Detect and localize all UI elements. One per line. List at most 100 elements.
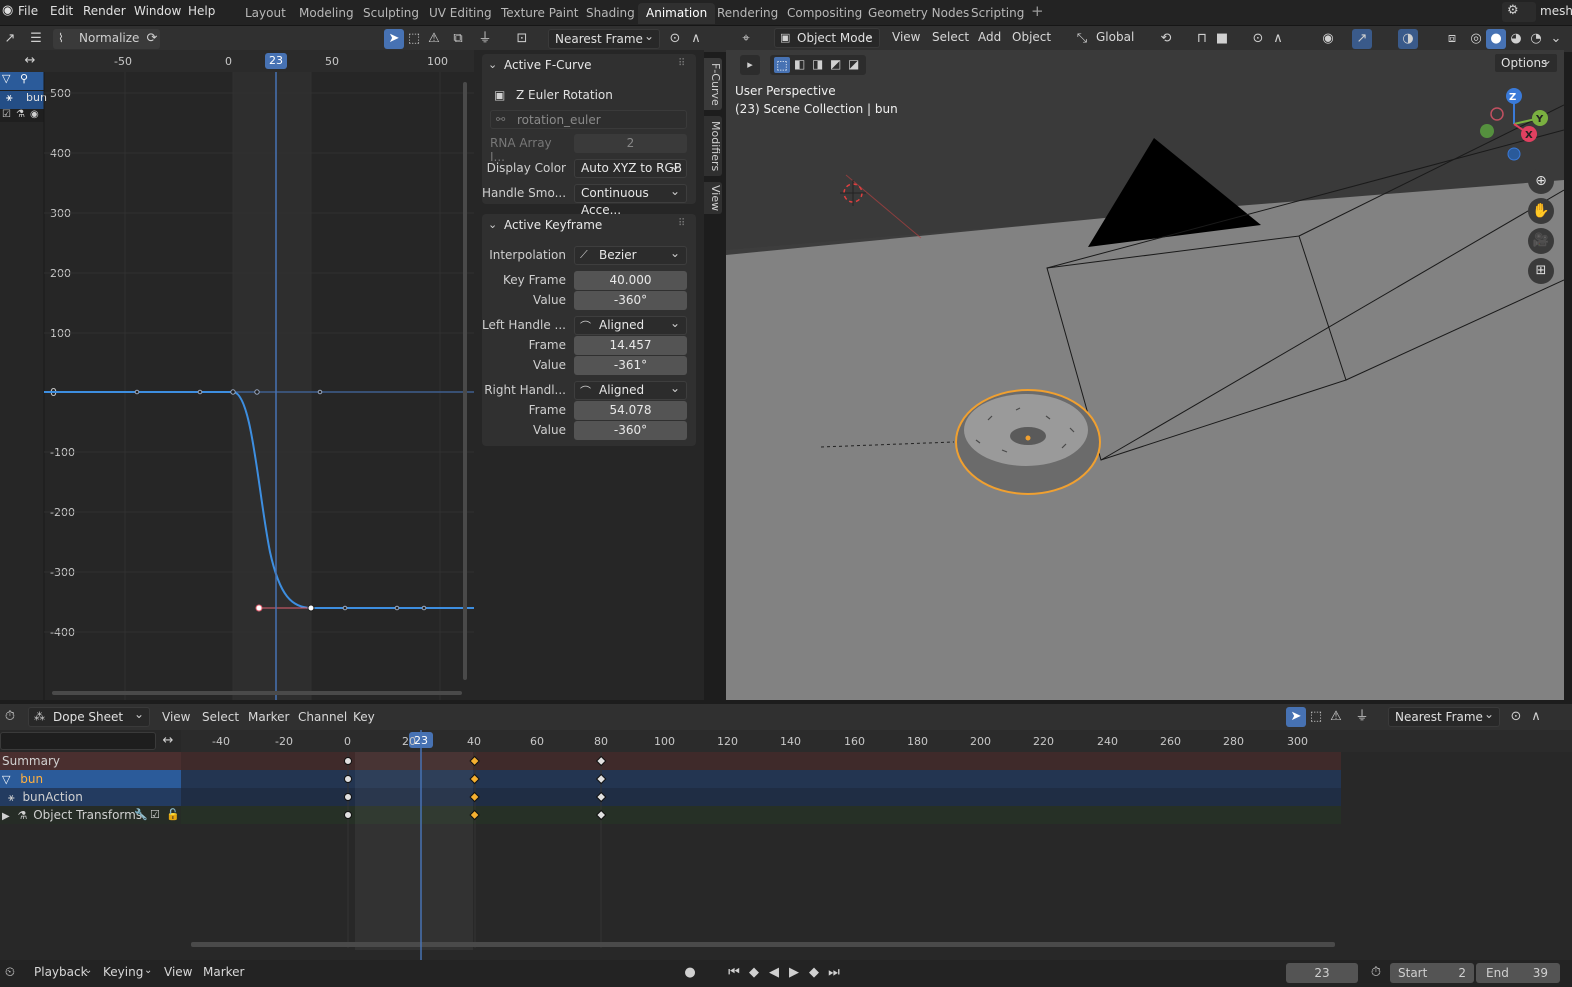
channel-summary[interactable]: Summary bbox=[0, 752, 181, 770]
graph-current-frame-badge[interactable]: 23 bbox=[265, 53, 287, 69]
menu-edit[interactable]: Edit bbox=[50, 4, 73, 18]
graph-frame-ruler[interactable]: ↔ -50 0 50 100 23 bbox=[0, 50, 474, 72]
menu-help[interactable]: Help bbox=[188, 4, 215, 18]
record-icon[interactable]: ● bbox=[680, 963, 700, 983]
dope-sheet-mode-dropdown[interactable]: Dope Sheet bbox=[28, 707, 150, 727]
jump-start-icon[interactable]: ⏮ bbox=[724, 963, 744, 983]
perspective-toggle-icon[interactable]: ⊞ bbox=[1528, 258, 1554, 284]
key-frame-field[interactable]: 40.000 bbox=[574, 271, 687, 290]
shading-options-icon[interactable]: ⌄ bbox=[1546, 29, 1566, 49]
sidebar-tab-fcurve[interactable]: F-Curve bbox=[704, 58, 722, 110]
key-value-field[interactable]: -360° bbox=[574, 291, 687, 310]
channel-action[interactable]: ⚹ bunAction bbox=[0, 788, 181, 806]
viewport-menu-add[interactable]: Add bbox=[978, 30, 1001, 44]
camera-view-icon[interactable]: 🎥 bbox=[1528, 228, 1554, 254]
shading-solid-icon[interactable]: ● bbox=[1486, 29, 1506, 49]
sidebar-tab-modifiers[interactable]: Modifiers bbox=[704, 116, 722, 176]
editor-type-icon[interactable]: ⏱ bbox=[0, 707, 20, 727]
right-frame-field[interactable]: 54.078 bbox=[574, 401, 687, 420]
dope-menu-select[interactable]: Select bbox=[202, 710, 239, 724]
shading-rendered-icon[interactable]: ◔ bbox=[1526, 29, 1546, 49]
visibility-icon[interactable]: ◉ bbox=[1318, 29, 1338, 49]
channel-search-input[interactable] bbox=[0, 732, 156, 750]
menu-file[interactable]: File bbox=[18, 4, 38, 18]
scene-name[interactable]: mesh bbox=[1540, 4, 1572, 18]
play-reverse-icon[interactable]: ◀ bbox=[764, 963, 784, 983]
left-value-field[interactable]: -361° bbox=[574, 356, 687, 375]
select-invert-icon[interactable]: ◩ bbox=[830, 57, 841, 71]
snap-mode-dropdown[interactable]: Nearest Frame bbox=[548, 29, 660, 49]
proportional-edit-icon[interactable]: ⊙ bbox=[665, 29, 685, 49]
xray-toggle-icon[interactable]: ⧈ bbox=[1442, 29, 1462, 49]
tab-compositing[interactable]: Compositing bbox=[779, 3, 870, 24]
tab-modeling[interactable]: Modeling bbox=[291, 3, 362, 24]
add-workspace-icon[interactable]: + bbox=[1031, 2, 1044, 20]
dope-menu-view[interactable]: View bbox=[162, 710, 190, 724]
falloff-icon[interactable]: ∧ bbox=[1526, 707, 1546, 727]
proportional-edit-icon[interactable]: ⊙ bbox=[1506, 707, 1526, 727]
pan-hand-icon[interactable]: ✋ bbox=[1528, 198, 1554, 224]
tab-texture-paint[interactable]: Texture Paint bbox=[493, 3, 586, 24]
menu-marker[interactable]: Marker bbox=[203, 965, 244, 979]
falloff-icon[interactable]: ∧ bbox=[686, 29, 706, 49]
pivot-point-icon[interactable]: ⟲ bbox=[1156, 29, 1176, 49]
zoom-icon[interactable]: ⊕ bbox=[1528, 168, 1554, 194]
box-select-icon[interactable]: ⬚ bbox=[404, 29, 424, 49]
collapse-chevron-icon[interactable]: ⌄ bbox=[488, 58, 497, 71]
editor-type-icon[interactable]: ↗ bbox=[0, 29, 20, 49]
dope-snap-mode-dropdown[interactable]: Nearest Frame bbox=[1388, 707, 1500, 727]
graph-editor[interactable]: ▽ ⚲ ⚹ bun ☑ ⚗ ◉ ↔ -50 0 50 100 23 500 40… bbox=[0, 50, 474, 700]
active-keyframe-title[interactable]: Active Keyframe bbox=[504, 218, 602, 232]
warning-icon[interactable]: ⚠ bbox=[1326, 707, 1346, 727]
graph-canvas[interactable] bbox=[0, 72, 474, 700]
keyframe-marker[interactable] bbox=[344, 793, 352, 801]
rna-path-field[interactable]: rotation_euler bbox=[490, 110, 687, 129]
right-value-field[interactable]: -360° bbox=[574, 421, 687, 440]
falloff-icon[interactable]: ∧ bbox=[1268, 29, 1288, 49]
interpolation-dropdown[interactable]: Bezier bbox=[574, 245, 687, 265]
dope-menu-channel[interactable]: Channel bbox=[298, 710, 347, 724]
gizmo-toggle-icon[interactable]: ↗ bbox=[1352, 29, 1372, 49]
tab-geometry-nodes[interactable]: Geometry Nodes bbox=[860, 3, 977, 24]
warning-icon[interactable]: ⚠ bbox=[424, 29, 444, 49]
frame-scale-icon[interactable]: ↔ bbox=[158, 731, 178, 751]
viewport-scene[interactable] bbox=[726, 50, 1564, 700]
display-color-dropdown[interactable]: Auto XYZ to RGB bbox=[574, 158, 687, 178]
start-frame-field[interactable]: Start 2 bbox=[1390, 963, 1474, 983]
select-new-icon[interactable]: ⬚ bbox=[774, 57, 790, 73]
tab-scripting[interactable]: Scripting bbox=[963, 3, 1032, 24]
dope-menu-marker[interactable]: Marker bbox=[248, 710, 289, 724]
keyframe-marker[interactable] bbox=[344, 757, 352, 765]
box-select-icon[interactable]: ⬚ bbox=[1306, 707, 1326, 727]
snap-magnet-icon[interactable]: ⊓ bbox=[1192, 29, 1212, 49]
menu-playback[interactable]: Playback bbox=[34, 965, 88, 979]
tab-animation[interactable]: Animation bbox=[638, 3, 716, 24]
active-fcurve-title[interactable]: Active F-Curve bbox=[504, 58, 592, 72]
filter-icon[interactable]: ⏚ bbox=[1352, 707, 1372, 727]
viewport-menu-object[interactable]: Object bbox=[1012, 30, 1051, 44]
tab-layout[interactable]: Layout bbox=[237, 3, 294, 24]
tab-shading[interactable]: Shading bbox=[578, 3, 643, 24]
navigation-gizmo[interactable]: Z Y X bbox=[1474, 84, 1554, 164]
wrench-icon[interactable]: 🔧 bbox=[134, 806, 148, 824]
filter-icon[interactable]: ⏚ bbox=[475, 29, 495, 49]
editor-type-icon[interactable]: ⏲ bbox=[0, 963, 20, 983]
left-frame-field[interactable]: 14.457 bbox=[574, 336, 687, 355]
select-tool-icon[interactable]: ➤ bbox=[384, 29, 404, 49]
sidebar-tab-view[interactable]: View bbox=[704, 182, 722, 214]
menu-keying[interactable]: Keying bbox=[103, 965, 143, 979]
prev-keyframe-icon[interactable]: ◆ bbox=[744, 963, 764, 983]
menu-window[interactable]: Window bbox=[134, 4, 181, 18]
viewport-menu-select[interactable]: Select bbox=[932, 30, 969, 44]
dope-timeline-canvas[interactable]: 23 bbox=[181, 730, 1572, 960]
blender-logo-icon[interactable]: ◉ bbox=[2, 3, 13, 18]
mute-checkbox-icon[interactable]: ☑ bbox=[150, 806, 160, 824]
next-keyframe-icon[interactable]: ◆ bbox=[804, 963, 824, 983]
channel-object-transforms[interactable]: ▶ ⚗ Object Transforms 🔧 ☑ 🔓 bbox=[0, 806, 181, 824]
proportional-edit-icon[interactable]: ⊙ bbox=[1248, 29, 1268, 49]
refresh-icon[interactable]: ⟳ bbox=[142, 29, 162, 49]
channel-object[interactable]: ▽ bun bbox=[0, 770, 181, 788]
keyframe-marker[interactable] bbox=[344, 811, 352, 819]
drag-handle-icon[interactable]: ⠿ bbox=[678, 218, 685, 229]
lock-icon[interactable]: 🔓 bbox=[166, 806, 180, 824]
